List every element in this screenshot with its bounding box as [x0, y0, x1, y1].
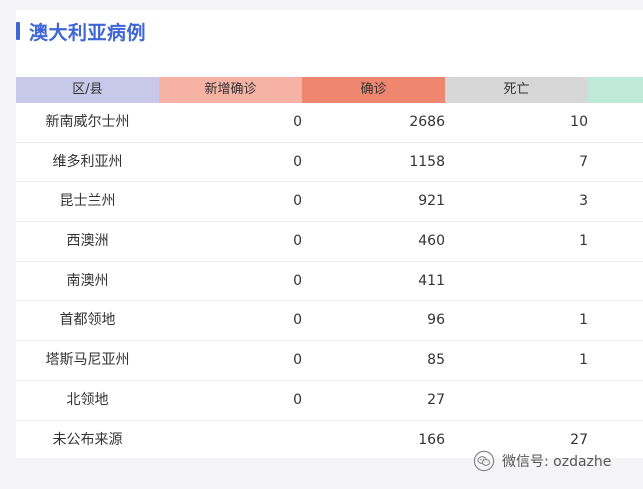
cell-recovered	[588, 103, 643, 142]
table-row: 昆士兰州 0 921 3	[16, 182, 643, 223]
table-row: 塔斯马尼亚州 0 85 1	[16, 341, 643, 381]
cell-region: 西澳洲	[66, 233, 109, 250]
cell-new-cases: 0	[293, 352, 302, 369]
cell-recovered	[588, 143, 643, 182]
cell-region: 塔斯马尼亚州	[45, 352, 130, 369]
cell-recovered	[588, 341, 643, 380]
cell-deaths	[445, 381, 588, 420]
cell-confirmed: 85	[427, 352, 445, 369]
table-header: 区/县 新增确诊 确诊 死亡	[16, 77, 643, 103]
cell-new-cases: 0	[293, 153, 302, 170]
content-card: 澳大利亚病例 区/县 新增确诊 确诊 死亡 新南威尔士州 0 2686 10 维多利亚州…	[16, 10, 643, 458]
cell-region: 新南威尔士州	[45, 114, 130, 130]
wechat-icon	[473, 450, 495, 472]
cell-region: 北领地	[66, 391, 109, 408]
cell-new-cases: 0	[293, 193, 302, 210]
cell-confirmed: 166	[418, 431, 445, 448]
cell-deaths: 1	[579, 352, 588, 369]
cases-table: 区/县 新增确诊 确诊 死亡 新南威尔士州 0 2686 10 维多利亚州 0 1158 7 昆…	[16, 77, 643, 458]
cell-recovered	[588, 262, 643, 301]
watermark-text: 微信号: ozdazhe	[502, 454, 612, 470]
cell-region: 南澳州	[66, 272, 109, 289]
cell-confirmed: 96	[427, 312, 445, 329]
cell-new-cases	[159, 421, 302, 459]
cell-region: 昆士兰州	[59, 193, 116, 210]
section-header: 澳大利亚病例	[16, 19, 147, 44]
cell-deaths	[445, 262, 588, 301]
table-body: 新南威尔士州 0 2686 10 维多利亚州 0 1158 7 昆士兰州 0 921 3 西澳洲 0 460…	[16, 103, 643, 458]
cell-confirmed: 921	[418, 193, 445, 210]
cell-confirmed: 1158	[409, 153, 445, 170]
cell-region: 维多利亚州	[52, 153, 123, 170]
page-title: 澳大利亚病例	[29, 21, 147, 44]
cell-region: 未公布来源	[52, 431, 123, 448]
header-recovered[interactable]	[588, 77, 643, 103]
cell-recovered	[588, 381, 643, 420]
cell-confirmed: 460	[418, 233, 445, 250]
cell-new-cases: 0	[293, 391, 302, 408]
cell-deaths: 7	[579, 153, 588, 170]
table-row: 南澳州 0 411	[16, 262, 643, 302]
cell-new-cases: 0	[293, 312, 302, 329]
table-row: 新南威尔士州 0 2686 10	[16, 103, 643, 143]
watermark: 微信号: ozdazhe	[473, 448, 611, 474]
cell-deaths: 10	[570, 114, 588, 130]
cell-region: 首都领地	[59, 312, 116, 329]
cell-confirmed: 27	[427, 391, 445, 408]
header-confirmed[interactable]: 确诊	[302, 77, 445, 103]
cell-deaths: 1	[579, 233, 588, 250]
header-region[interactable]: 区/县	[16, 77, 159, 103]
cell-deaths: 3	[579, 193, 588, 210]
cell-recovered	[588, 301, 643, 340]
cell-deaths: 1	[579, 312, 588, 329]
cell-confirmed: 2686	[409, 114, 445, 130]
cell-confirmed: 411	[418, 272, 445, 289]
header-new-cases[interactable]: 新增确诊	[159, 77, 302, 103]
table-row: 北领地 0 27	[16, 381, 643, 421]
table-row: 维多利亚州 0 1158 7	[16, 143, 643, 183]
cell-recovered	[588, 182, 643, 221]
cell-new-cases: 0	[293, 233, 302, 250]
table-row: 西澳洲 0 460 1	[16, 222, 643, 262]
title-accent-bar	[16, 22, 20, 40]
header-deaths[interactable]: 死亡	[445, 77, 588, 103]
table-row: 首都领地 0 96 1	[16, 301, 643, 342]
cell-new-cases: 0	[293, 114, 302, 130]
cell-recovered	[588, 222, 643, 261]
cell-new-cases: 0	[293, 272, 302, 289]
